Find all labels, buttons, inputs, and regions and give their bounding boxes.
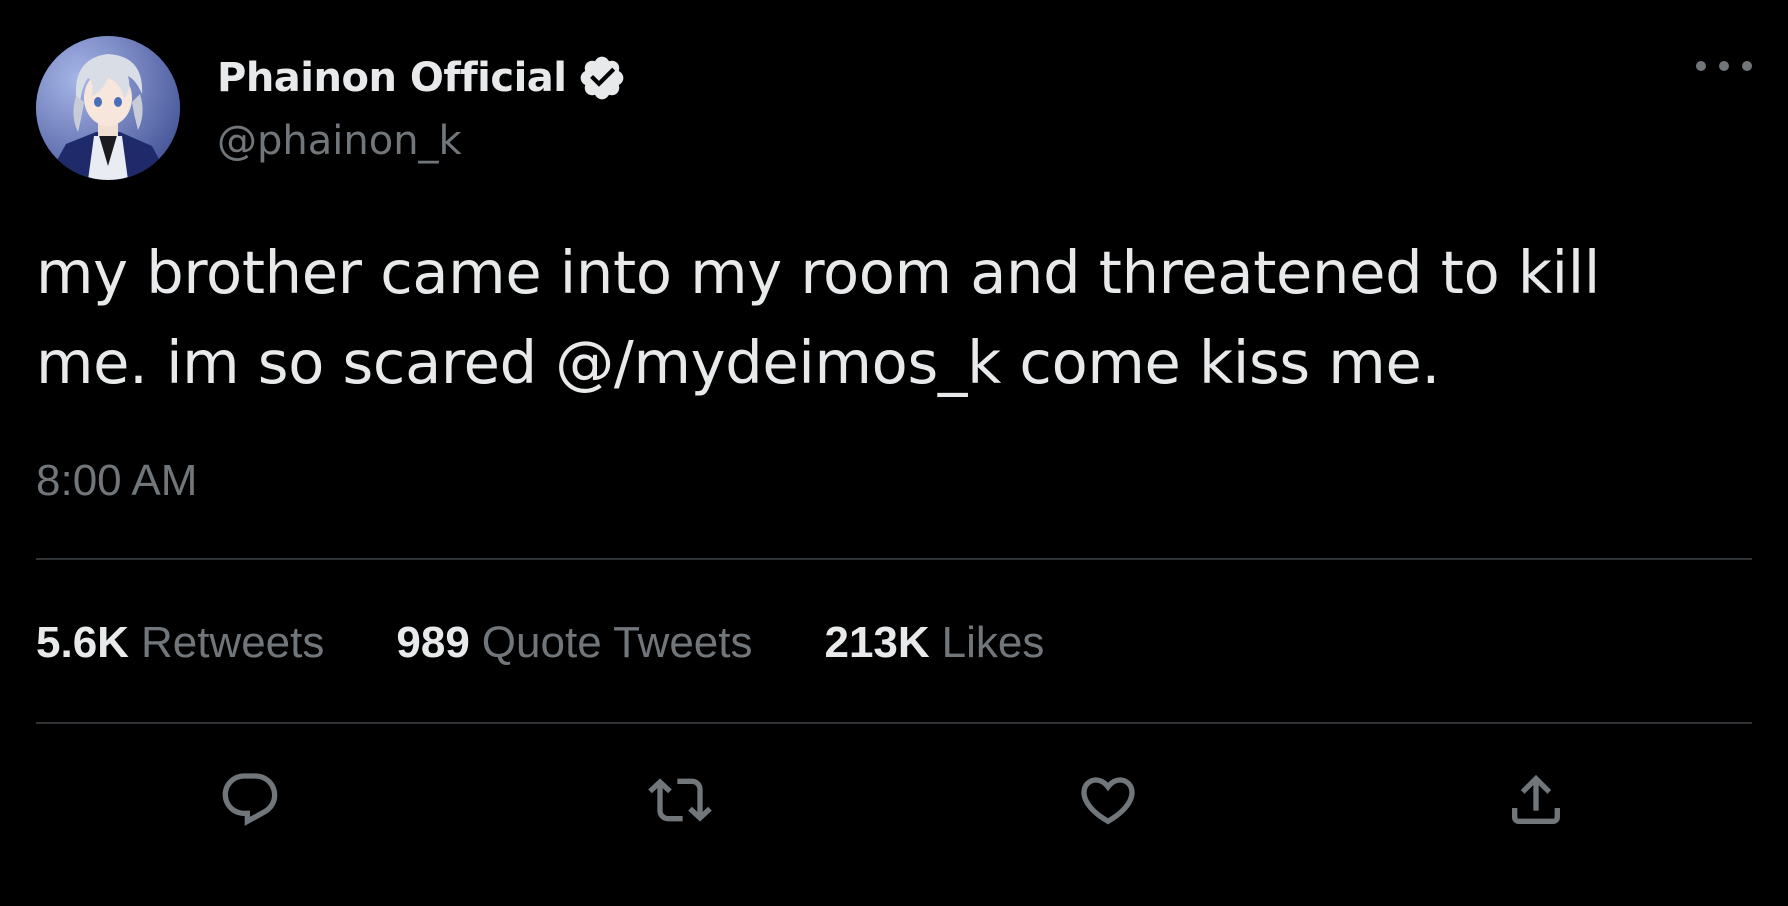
tweet-actions-bar	[0, 764, 1788, 836]
retweets-label: Retweets	[140, 618, 325, 667]
share-icon	[1512, 774, 1560, 824]
tweet-detail: Phainon Official @phainon_k my brother c…	[0, 0, 1788, 906]
retweet-button[interactable]	[644, 764, 716, 836]
author-handle[interactable]: @phainon_k	[217, 118, 462, 164]
divider	[36, 558, 1752, 560]
avatar-image	[36, 36, 180, 180]
reply-icon	[222, 773, 278, 826]
tweet-timestamp[interactable]: 8:00 AM	[36, 456, 197, 506]
quote-tweets-count: 989	[396, 618, 470, 667]
verified-badge-icon	[580, 56, 623, 100]
quote-tweets-label: Quote Tweets	[481, 618, 753, 667]
avatar[interactable]	[36, 36, 180, 180]
tweet-text-line: me. im so scared @/mydeimos_k come kiss …	[36, 328, 1440, 397]
retweet-icon	[648, 778, 712, 822]
more-options-icon[interactable]	[1696, 48, 1752, 84]
retweets-count: 5.6K	[36, 618, 129, 667]
share-button[interactable]	[1500, 764, 1572, 836]
tweet-text: my brother came into my room and threate…	[36, 228, 1736, 408]
likes-count: 213K	[824, 618, 930, 667]
heart-icon	[1081, 777, 1135, 825]
tweet-stats: 5.6K Retweets 989 Quote Tweets 213K Like…	[36, 618, 1044, 668]
likes-label: Likes	[941, 618, 1045, 667]
author-name-row[interactable]: Phainon Official	[217, 48, 627, 108]
quote-tweets-stat[interactable]: 989 Quote Tweets	[396, 618, 752, 668]
like-button[interactable]	[1072, 764, 1144, 836]
author-display-name[interactable]: Phainon Official	[217, 55, 567, 101]
likes-stat[interactable]: 213K Likes	[824, 618, 1044, 668]
reply-button[interactable]	[214, 764, 286, 836]
divider	[36, 722, 1752, 724]
retweets-stat[interactable]: 5.6K Retweets	[36, 618, 324, 668]
tweet-text-line: my brother came into my room and threate…	[36, 238, 1600, 307]
